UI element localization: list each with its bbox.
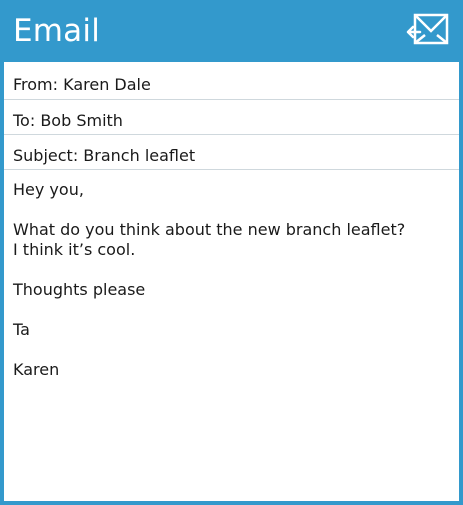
email-content: From: Karen Dale To: Bob Smith Subject: …: [4, 62, 459, 501]
body-request: Thoughts please: [13, 280, 146, 299]
mail-icon[interactable]: [404, 11, 450, 49]
body-signature: Karen: [13, 360, 60, 379]
from-field: From: Karen Dale: [13, 75, 151, 94]
body-paragraph: What do you think about the new branch l…: [13, 220, 406, 259]
email-window: Email From: Karen Dale To: Bob Smith Sub…: [0, 0, 463, 505]
app-title: Email: [13, 13, 101, 49]
body-signoff: Ta: [13, 320, 30, 339]
to-row: To: Bob Smith: [4, 100, 459, 135]
subject-field: Subject: Branch leaflet: [13, 146, 196, 165]
message-body: Hey you, What do you think about the new…: [13, 180, 413, 400]
body-greeting: Hey you,: [13, 180, 84, 199]
to-field: To: Bob Smith: [13, 111, 123, 130]
from-row: From: Karen Dale: [4, 64, 459, 100]
title-bar: Email: [0, 0, 463, 62]
subject-row: Subject: Branch leaflet: [4, 135, 459, 170]
